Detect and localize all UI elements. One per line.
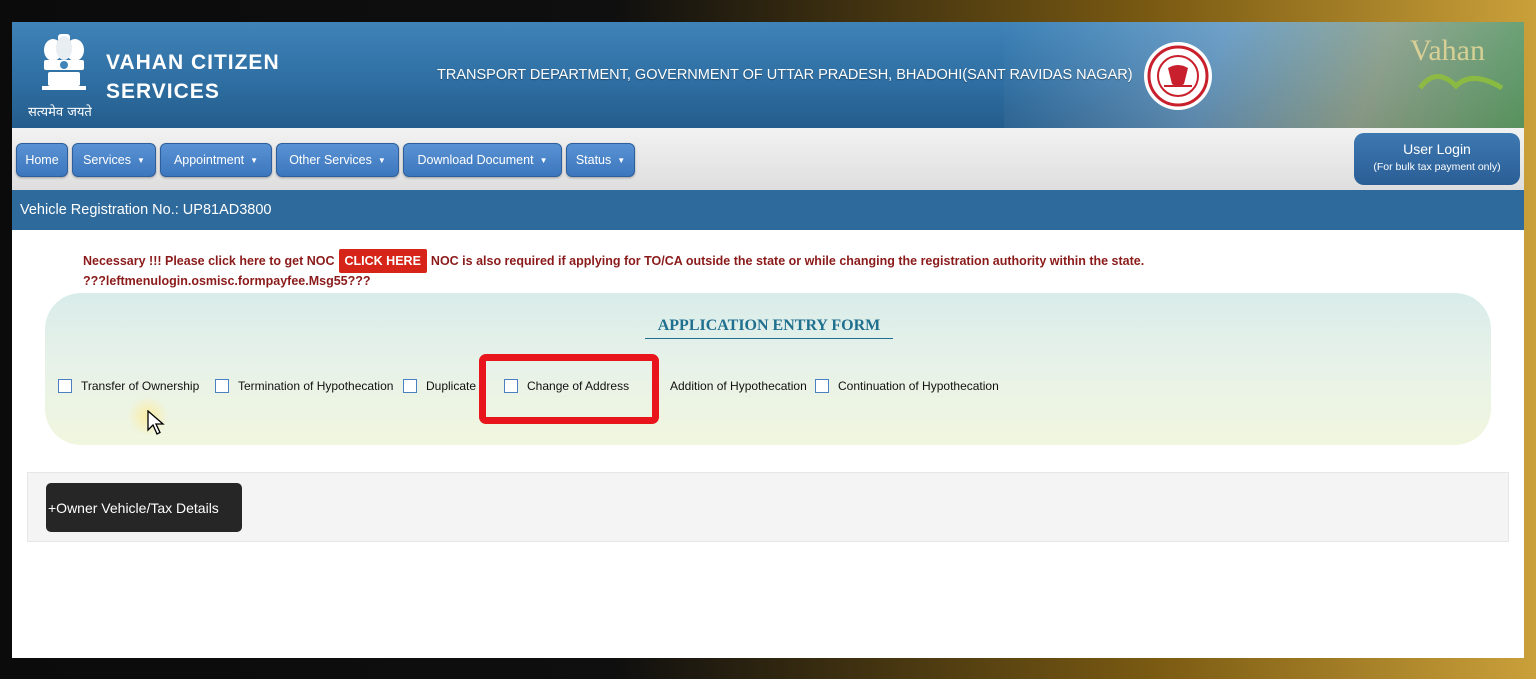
form-title: APPLICATION ENTRY FORM	[645, 317, 893, 339]
user-login-button[interactable]: User Login (For bulk tax payment only)	[1354, 133, 1520, 185]
site-header: सत्यमेव जयते VAHAN CITIZEN SERVICES TRAN…	[12, 22, 1524, 128]
nav-download-document[interactable]: Download Document ▼	[403, 143, 562, 177]
option-label: Continuation of Hypothecation	[838, 379, 999, 393]
nav-status-label: Status	[575, 153, 612, 167]
main-nav: Home Services ▼ Appointment ▼ Other Serv…	[12, 128, 1524, 190]
nav-other-services[interactable]: Other Services ▼	[276, 143, 399, 177]
caret-down-icon: ▼	[250, 155, 259, 165]
details-panel: +Owner Vehicle/Tax Details	[27, 472, 1509, 542]
app-title: VAHAN CITIZEN SERVICES	[106, 51, 280, 103]
emblem-caption: सत्यमेव जयते	[28, 105, 92, 120]
vehicle-registration-bar: Vehicle Registration No.: UP81AD3800	[12, 190, 1524, 230]
nav-other-services-label: Other Services	[289, 153, 372, 167]
caret-down-icon: ▼	[137, 155, 145, 165]
nav-services[interactable]: Services ▼	[72, 143, 156, 177]
option-label: Termination of Hypothecation	[238, 379, 394, 393]
application-entry-form: APPLICATION ENTRY FORM Transfer of Owner…	[45, 293, 1491, 445]
user-login-label: User Login	[1403, 141, 1471, 157]
vahan-logo-text: Vahan	[1410, 34, 1485, 67]
nav-home[interactable]: Home	[16, 143, 68, 177]
vehicle-registration-text: Vehicle Registration No.: UP81AD3800	[20, 202, 272, 218]
checkbox-termination-of-hypothecation[interactable]	[215, 379, 229, 393]
caret-down-icon: ▼	[539, 155, 548, 165]
nav-services-label: Services	[83, 153, 131, 167]
option-continuation-of-hypothecation[interactable]: Continuation of Hypothecation	[815, 379, 999, 393]
checkbox-continuation-of-hypothecation[interactable]	[815, 379, 829, 393]
option-transfer-of-ownership[interactable]: Transfer of Ownership	[58, 379, 199, 393]
mouse-pointer-icon	[147, 410, 165, 435]
nav-appointment[interactable]: Appointment ▼	[160, 143, 272, 177]
owner-vehicle-tax-details-button[interactable]: +Owner Vehicle/Tax Details	[46, 483, 242, 532]
caret-down-icon: ▼	[617, 155, 626, 165]
highlight-box	[479, 354, 659, 424]
option-addition-of-hypothecation[interactable]: Addition of Hypothecation	[647, 379, 807, 393]
nav-home-label: Home	[25, 153, 59, 167]
noc-notice: Necessary !!! Please click here to get N…	[83, 249, 1145, 288]
user-login-sublabel: (For bulk tax payment only)	[1373, 161, 1501, 173]
option-label: Addition of Hypothecation	[670, 379, 807, 393]
nav-download-document-label: Download Document	[417, 153, 534, 167]
national-emblem-icon	[42, 34, 86, 90]
option-label: Duplicate	[426, 379, 477, 393]
department-title: TRANSPORT DEPARTMENT, GOVERNMENT OF UTTA…	[437, 67, 1133, 83]
notice-prefix: Necessary !!! Please click here to get N…	[83, 254, 335, 268]
up-government-logo-icon	[1144, 42, 1212, 110]
option-duplicate[interactable]: Duplicate	[403, 379, 476, 393]
nav-status[interactable]: Status ▼	[566, 143, 635, 177]
caret-down-icon: ▼	[377, 155, 386, 165]
notice-message-key: ???leftmenulogin.osmisc.formpayfee.Msg55…	[83, 274, 371, 288]
click-here-button[interactable]: CLICK HERE	[338, 249, 427, 273]
checkbox-duplicate[interactable]	[403, 379, 417, 393]
option-termination-of-hypothecation[interactable]: Termination of Hypothecation	[215, 379, 393, 393]
nav-appointment-label: Appointment	[173, 153, 245, 167]
option-label: Transfer of Ownership	[81, 379, 200, 393]
browser-viewport: सत्यमेव जयते VAHAN CITIZEN SERVICES TRAN…	[12, 22, 1524, 658]
checkbox-transfer-of-ownership[interactable]	[58, 379, 72, 393]
notice-suffix: NOC is also required if applying for TO/…	[430, 254, 1145, 268]
vahan-brand-logo: Vahan	[1406, 30, 1516, 98]
